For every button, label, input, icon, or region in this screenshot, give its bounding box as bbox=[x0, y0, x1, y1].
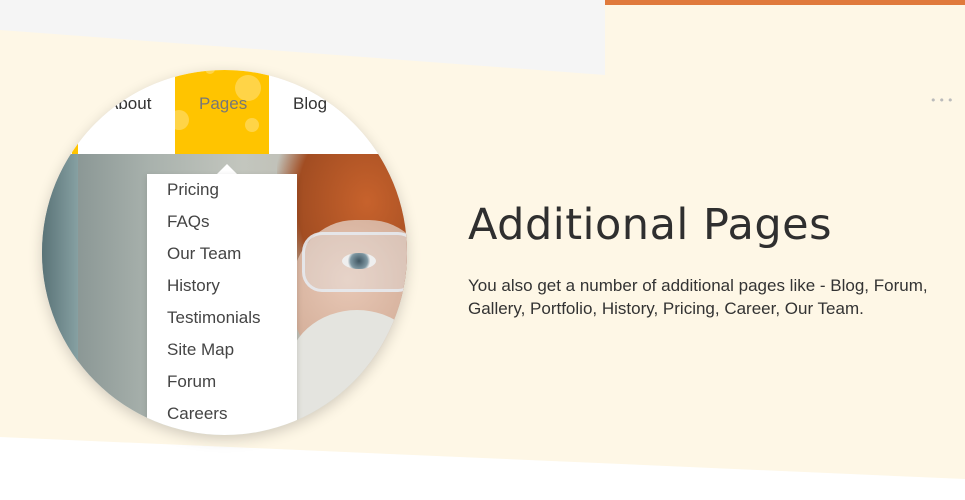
dropdown-item-careers[interactable]: Careers bbox=[147, 402, 297, 434]
nav-item-pages[interactable]: Pages bbox=[199, 94, 247, 114]
dropdown-item-site-map[interactable]: Site Map bbox=[147, 338, 297, 370]
dropdown-item-pricing[interactable]: Pricing bbox=[147, 178, 297, 210]
photo-background-strip bbox=[42, 154, 78, 435]
dropdown-item-faqs[interactable]: FAQs bbox=[147, 210, 297, 242]
dropdown-item-forum[interactable]: Forum bbox=[147, 370, 297, 402]
photo-mask bbox=[287, 310, 407, 435]
nav-item-about[interactable]: About bbox=[107, 94, 151, 114]
dropdown-item-our-team[interactable]: Our Team bbox=[147, 242, 297, 274]
background-shape-bottom bbox=[0, 437, 965, 500]
photo-eye bbox=[342, 253, 376, 269]
dropdown-caret bbox=[217, 164, 237, 174]
nav-bar: About Pages Blog bbox=[42, 70, 407, 154]
dropdown-item-testimonials[interactable]: Testimonials bbox=[147, 306, 297, 338]
active-edge-indicator bbox=[72, 140, 78, 154]
dropdown-item-history[interactable]: History bbox=[147, 274, 297, 306]
dropdown-list: Pricing FAQs Our Team History Testimonia… bbox=[147, 174, 297, 434]
preview-circle: About Pages Blog Pricing FAQs Our Team H… bbox=[42, 70, 407, 435]
background-shape-top bbox=[0, 0, 605, 75]
more-dots-icon: ••• bbox=[930, 94, 956, 107]
orange-accent-strip bbox=[605, 0, 965, 5]
feature-description: You also get a number of additional page… bbox=[468, 276, 928, 318]
feature-title: Additional Pages bbox=[468, 200, 833, 250]
pages-dropdown-menu: Pricing FAQs Our Team History Testimonia… bbox=[147, 174, 297, 435]
nav-item-blog[interactable]: Blog bbox=[293, 94, 327, 114]
